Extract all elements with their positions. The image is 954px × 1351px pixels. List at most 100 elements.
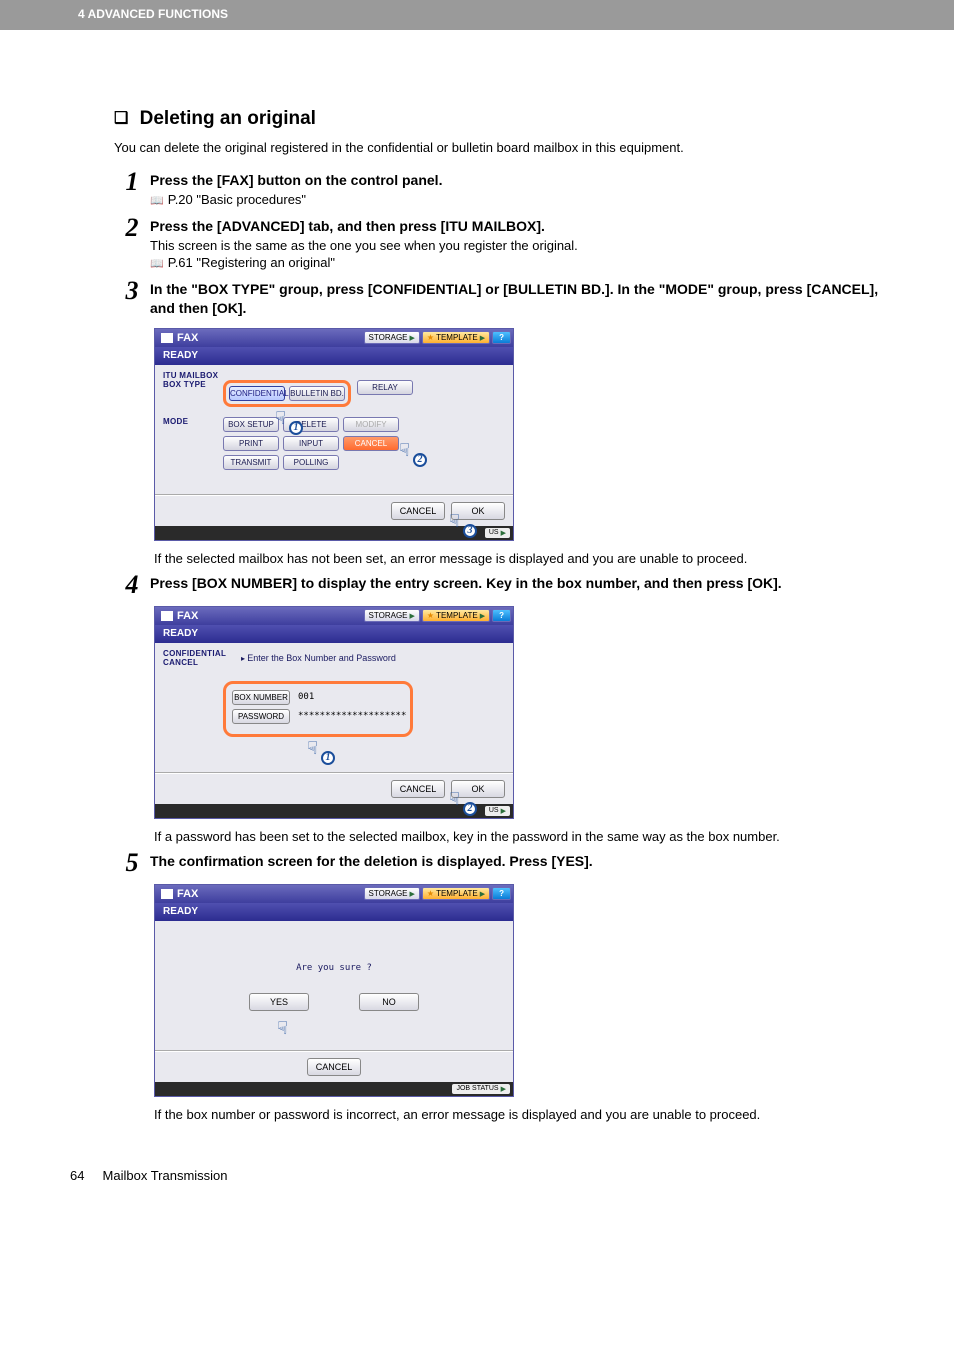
title-bar: FAX STORAGE▶ ★TEMPLATE▶ ? (155, 329, 513, 347)
box-type-group: CONFIDENTIAL BULLETIN BD. (223, 380, 351, 407)
polling-button[interactable]: POLLING (283, 455, 339, 470)
modify-button[interactable]: MODIFY (343, 417, 399, 432)
reference-link[interactable]: P.20 "Basic procedures" (150, 192, 884, 207)
template-button[interactable]: ★TEMPLATE▶ (422, 887, 490, 900)
fax-icon (161, 333, 173, 343)
breadcrumb: 4 ADVANCED FUNCTIONS (78, 7, 228, 21)
screenshot-confirm: FAX STORAGE▶ ★TEMPLATE▶ ? READY Are you … (154, 884, 514, 1097)
step-instruction: Press the [FAX] button on the control pa… (150, 171, 884, 190)
step-5: 5 The confirmation screen for the deleti… (114, 850, 884, 876)
dialog-button-row: CANCEL (155, 1051, 513, 1082)
relay-button[interactable]: RELAY (357, 380, 413, 395)
help-button[interactable]: ? (492, 609, 511, 622)
callout-marker-2: ☟ 2 (399, 441, 421, 465)
cancel-button[interactable]: CANCEL (391, 502, 445, 520)
footer-section: Mailbox Transmission (103, 1168, 228, 1183)
no-button[interactable]: NO (359, 993, 419, 1011)
section-title-text: Deleting an original (140, 108, 316, 129)
step-number: 3 (114, 278, 150, 304)
box-number-button[interactable]: BOX NUMBER (232, 690, 290, 705)
step-4-note: If a password has been set to the select… (154, 829, 884, 844)
step-3-note: If the selected mailbox has not been set… (154, 551, 884, 566)
page-footer: 64 Mailbox Transmission (0, 1148, 954, 1203)
fax-icon (161, 611, 173, 621)
star-icon: ★ (427, 333, 434, 342)
square-bullet-icon: ❑ (114, 110, 128, 127)
mode-cancel-button[interactable]: CANCEL (343, 436, 399, 451)
transmit-button[interactable]: TRANSMIT (223, 455, 279, 470)
box-setup-button[interactable]: BOX SETUP (223, 417, 279, 432)
screenshot-itu-mailbox: FAX STORAGE▶ ★TEMPLATE▶ ? READY ITU MAIL… (154, 328, 514, 541)
pointer-hand-icon: ☟ (277, 1019, 299, 1037)
storage-button[interactable]: STORAGE▶ (364, 609, 420, 622)
step-3: 3 In the "BOX TYPE" group, press [CONFID… (114, 278, 884, 320)
section-title: ❑ Deleting an original (114, 108, 884, 130)
side-label-cancel: CANCEL (163, 658, 233, 667)
step-instruction: Press the [ADVANCED] tab, and then press… (150, 217, 884, 236)
step-subtext: This screen is the same as the one you s… (150, 238, 884, 253)
delete-button[interactable]: DELETE (283, 417, 339, 432)
pointer-hand-icon: ☟ (307, 739, 329, 757)
job-status-button[interactable]: US▶ (485, 528, 510, 538)
ok-button[interactable]: OK (451, 502, 505, 520)
step-instruction: Press [BOX NUMBER] to display the entry … (150, 574, 884, 593)
cancel-button[interactable]: CANCEL (391, 780, 445, 798)
job-status-button[interactable]: US▶ (485, 806, 510, 816)
yes-button[interactable]: YES (249, 993, 309, 1011)
template-button[interactable]: ★TEMPLATE▶ (422, 609, 490, 622)
bulletin-bd-button[interactable]: BULLETIN BD. (289, 386, 345, 401)
step-instruction: In the "BOX TYPE" group, press [CONFIDEN… (150, 280, 884, 318)
page-header: 4 ADVANCED FUNCTIONS (0, 0, 954, 30)
cancel-button[interactable]: CANCEL (307, 1058, 361, 1076)
help-button[interactable]: ? (492, 887, 511, 900)
ready-status: READY (155, 625, 513, 643)
confidential-button[interactable]: CONFIDENTIAL (229, 386, 285, 401)
help-button[interactable]: ? (492, 331, 511, 344)
side-label-confidential: CONFIDENTIAL (163, 649, 233, 658)
print-button[interactable]: PRINT (223, 436, 279, 451)
callout-marker-1: ☟ 1 (307, 739, 329, 763)
page-number: 64 (70, 1168, 84, 1183)
pointer-hand-icon: ☟ (399, 441, 421, 459)
confirm-question: Are you sure ? (163, 963, 505, 973)
template-button[interactable]: ★TEMPLATE▶ (422, 331, 490, 344)
storage-button[interactable]: STORAGE▶ (364, 331, 420, 344)
reference-link[interactable]: P.61 "Registering an original" (150, 255, 884, 270)
fax-icon (161, 889, 173, 899)
step-2: 2 Press the [ADVANCED] tab, and then pre… (114, 215, 884, 272)
mode-label: MODE (163, 417, 223, 426)
dialog-button-row: CANCEL OK (155, 773, 513, 804)
window-title: FAX (177, 610, 198, 622)
step-number: 5 (114, 850, 150, 876)
title-bar: FAX STORAGE▶ ★TEMPLATE▶ ? (155, 607, 513, 625)
box-number-value: 001 (294, 691, 404, 703)
star-icon: ★ (427, 889, 434, 898)
storage-button[interactable]: STORAGE▶ (364, 887, 420, 900)
ok-button[interactable]: OK (451, 780, 505, 798)
step-number: 4 (114, 572, 150, 598)
step-instruction: The confirmation screen for the deletion… (150, 852, 884, 871)
box-type-label: BOX TYPE (163, 380, 223, 389)
callout-marker: ☟ (277, 1019, 299, 1043)
itu-mailbox-label: ITU MAILBOX (163, 371, 223, 380)
dialog-button-row: CANCEL OK (155, 495, 513, 526)
window-title: FAX (177, 888, 198, 900)
title-bar: FAX STORAGE▶ ★TEMPLATE▶ ? (155, 885, 513, 903)
step-1: 1 Press the [FAX] button on the control … (114, 169, 884, 209)
star-icon: ★ (427, 611, 434, 620)
job-status-button[interactable]: JOB STATUS▶ (452, 1084, 510, 1094)
entry-highlight: BOX NUMBER 001 PASSWORD ****************… (223, 681, 413, 737)
entry-prompt: Enter the Box Number and Password (241, 653, 505, 663)
password-value: ******************** (294, 710, 404, 722)
status-bar: JOB STATUS▶ (155, 1082, 513, 1096)
step-5-note: If the box number or password is incorre… (154, 1107, 884, 1122)
step-number: 2 (114, 215, 150, 241)
status-bar: US▶ ☟ 3 (155, 526, 513, 540)
password-button[interactable]: PASSWORD (232, 709, 290, 724)
ready-status: READY (155, 347, 513, 365)
status-bar: US▶ ☟ 2 (155, 804, 513, 818)
step-number: 1 (114, 169, 150, 195)
ready-status: READY (155, 903, 513, 921)
screenshot-box-number: FAX STORAGE▶ ★TEMPLATE▶ ? READY CONFIDEN… (154, 606, 514, 819)
input-button[interactable]: INPUT (283, 436, 339, 451)
